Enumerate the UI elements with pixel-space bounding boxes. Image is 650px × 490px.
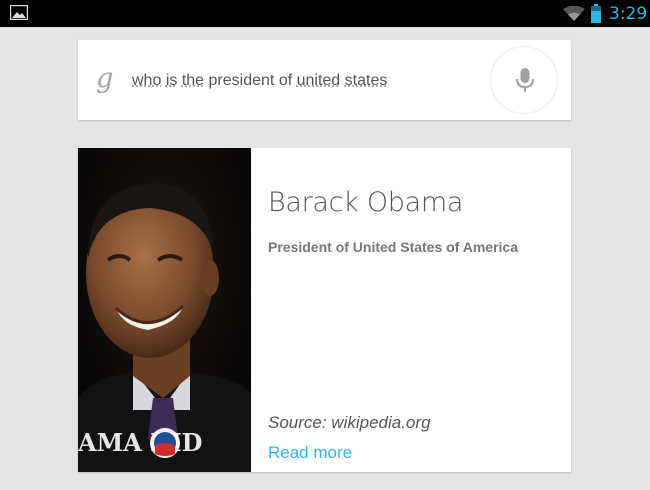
result-title: Barack Obama xyxy=(268,187,464,218)
query-word: states xyxy=(344,72,388,89)
status-bar: 3:29 xyxy=(0,0,650,27)
battery-icon xyxy=(591,4,601,23)
query-word: who xyxy=(132,72,162,89)
search-query[interactable]: who is the president of united states xyxy=(132,70,387,92)
result-source: Source: wikipedia.org xyxy=(268,413,431,432)
query-word: of xyxy=(278,72,293,89)
portrait-photo-icon: AMA BID xyxy=(78,148,251,472)
query-word: united xyxy=(296,72,341,89)
query-word: president xyxy=(208,72,275,89)
query-word: the xyxy=(181,72,205,89)
query-word: is xyxy=(165,72,178,89)
voice-search-button[interactable] xyxy=(490,46,558,114)
google-g-icon[interactable]: g xyxy=(96,64,116,94)
clock: 3:29 xyxy=(609,4,648,24)
portrait-photo[interactable]: AMA BID xyxy=(78,148,251,472)
wifi-icon xyxy=(563,6,585,21)
microphone-icon xyxy=(516,68,534,92)
photo-caption: AMA BID xyxy=(78,428,203,457)
result-description: President of United States of America xyxy=(268,239,518,255)
image-thumbnail-icon[interactable] xyxy=(10,5,28,20)
read-more-link[interactable]: Read more xyxy=(268,442,352,464)
